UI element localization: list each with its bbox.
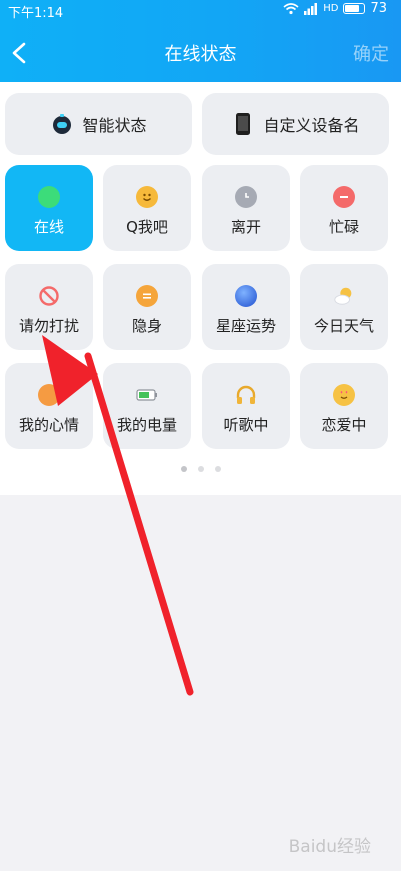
status-bar: 下午1:14 HD 73: [0, 0, 401, 21]
status-online[interactable]: 在线: [5, 165, 93, 251]
status-label: 忙碌: [328, 218, 359, 236]
minus-icon: [333, 186, 355, 208]
status-do-not-disturb[interactable]: 请勿打扰: [5, 264, 93, 350]
status-icons: HD 73: [283, 1, 387, 16]
status-label: 恋爱中: [321, 416, 367, 434]
confirm-button[interactable]: 确定: [353, 40, 389, 66]
page-dot[interactable]: [214, 466, 221, 472]
battery-icon: [136, 384, 158, 406]
page-indicator: [0, 466, 401, 472]
smile-icon: [136, 186, 158, 208]
status-invisible[interactable]: 隐身: [103, 264, 191, 350]
mood-icon: [38, 384, 60, 406]
cell-signal-icon: [304, 2, 318, 15]
page-title: 在线状态: [164, 44, 237, 65]
custom-device-name-button[interactable]: 自定义设备名: [202, 93, 389, 155]
status-horoscope[interactable]: 星座运势: [202, 264, 290, 350]
status-label: 离开: [230, 218, 261, 236]
status-label: 隐身: [131, 317, 162, 335]
status-label: 今日天气: [313, 317, 374, 335]
smart-status-label: 智能状态: [82, 116, 147, 135]
sun-cloud-icon: [333, 285, 355, 307]
online-dot-icon: [38, 186, 60, 208]
battery-status-icon: [343, 3, 366, 14]
crystal-ball-icon: [235, 285, 257, 307]
status-label: Q我吧: [126, 218, 168, 236]
watermark: Baidu经验: [288, 837, 371, 857]
robot-icon: [50, 112, 74, 136]
battery-level: 73: [370, 1, 387, 16]
hide-icon: [136, 285, 158, 307]
smart-status-button[interactable]: 智能状态: [5, 93, 192, 155]
status-busy[interactable]: 忙碌: [300, 165, 388, 251]
custom-device-name-label: 自定义设备名: [263, 116, 360, 135]
status-label: 星座运势: [215, 317, 276, 335]
headphones-icon: [235, 384, 257, 406]
status-in-love[interactable]: 恋爱中: [300, 363, 388, 449]
status-time: 下午1:14: [8, 6, 64, 21]
status-my-mood[interactable]: 我的心情: [5, 363, 93, 449]
page-dot[interactable]: [197, 466, 204, 472]
status-listening[interactable]: 听歌中: [202, 363, 290, 449]
status-my-battery[interactable]: 我的电量: [103, 363, 191, 449]
wifi-icon: [283, 2, 299, 14]
hd-label: HD: [323, 3, 339, 14]
status-label: 我的电量: [116, 416, 177, 434]
page-dot-active[interactable]: [180, 466, 187, 472]
status-label: 听歌中: [223, 416, 269, 434]
header-bar: 下午1:14 HD 73 在线状态 确定: [0, 0, 401, 82]
status-panel: 智能状态 自定义设备名 在线 Q我吧 离开 忙碌 请勿打扰 隐身 星座运势 今日…: [0, 82, 401, 495]
no-entry-icon: [38, 285, 60, 307]
clock-icon: [235, 186, 257, 208]
status-q-me[interactable]: Q我吧: [103, 165, 191, 251]
love-face-icon: [333, 384, 355, 406]
status-weather[interactable]: 今日天气: [300, 264, 388, 350]
status-away[interactable]: 离开: [202, 165, 290, 251]
status-label: 我的心情: [18, 416, 79, 434]
status-label: 在线: [33, 218, 64, 236]
status-label: 请勿打扰: [18, 317, 79, 335]
phone-icon: [231, 112, 255, 136]
